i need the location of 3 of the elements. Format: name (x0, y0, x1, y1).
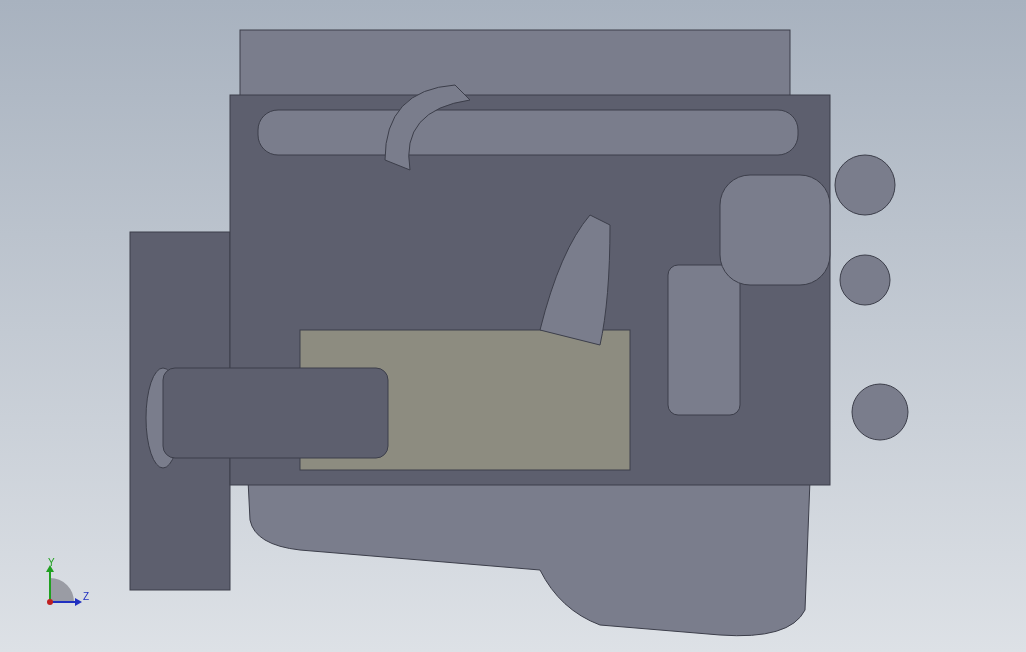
y-axis-label: Y (48, 557, 55, 568)
z-axis-label: Z (83, 591, 90, 602)
axis-triad-icon (46, 565, 82, 606)
